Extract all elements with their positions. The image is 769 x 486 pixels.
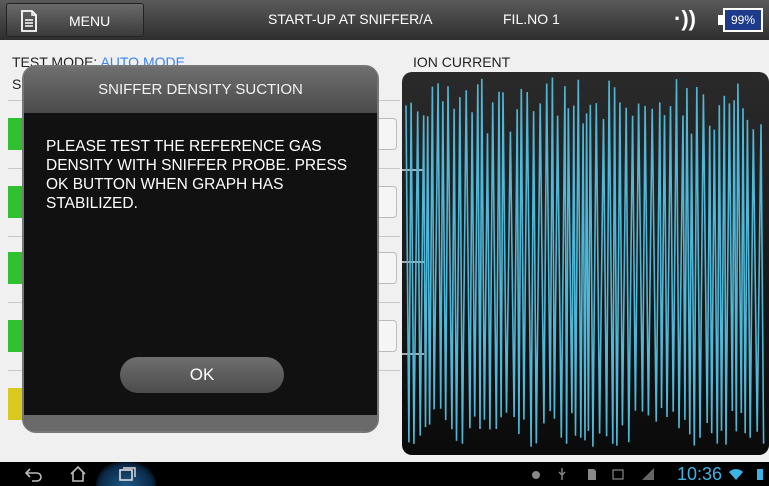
dialog-title: SNIFFER DENSITY SUCTION xyxy=(98,81,303,98)
usb-icon xyxy=(558,468,566,480)
sniffer-density-dialog: SNIFFER DENSITY SUCTION PLEASE TEST THE … xyxy=(22,65,379,433)
back-icon[interactable] xyxy=(24,465,44,483)
ion-current-label: ION CURRENT xyxy=(413,54,511,70)
ion-current-plot xyxy=(402,77,765,447)
dialog-message: PLEASE TEST THE REFERENCE GAS DENSITY WI… xyxy=(46,138,348,212)
value-box xyxy=(378,186,397,218)
dialog-footer xyxy=(24,415,377,431)
battery-percent: 99% xyxy=(730,13,756,27)
menu-label: MENU xyxy=(69,13,111,29)
clock: 10:36 xyxy=(677,464,723,484)
filament-number: FIL.NO 1 xyxy=(503,11,560,27)
value-box xyxy=(378,118,397,150)
ion-current-graph xyxy=(402,72,769,455)
image-icon xyxy=(612,469,624,480)
value-box xyxy=(378,252,397,284)
status-label: S xyxy=(12,76,22,92)
home-icon[interactable] xyxy=(68,465,88,483)
battery-status-icon xyxy=(757,469,763,480)
battery-indicator: 99% xyxy=(715,8,763,32)
debug-icon xyxy=(532,471,540,479)
main-content: TEST MODE: AUTO MODE S ION CURRENT SNIFF… xyxy=(0,40,769,462)
signal-strength-icon xyxy=(642,468,654,480)
screen-title: START-UP AT SNIFFER/A xyxy=(268,11,433,27)
recent-apps-icon[interactable] xyxy=(117,465,137,483)
top-bar: MENU START-UP AT SNIFFER/A FIL.NO 1 ·)) … xyxy=(0,0,769,40)
signal-icon: ·)) xyxy=(674,6,696,31)
wifi-icon xyxy=(729,469,743,480)
dialog-header: SNIFFER DENSITY SUCTION xyxy=(24,67,377,113)
ok-button[interactable]: OK xyxy=(120,357,284,393)
ion-current-trace xyxy=(405,77,765,447)
document-icon xyxy=(21,10,37,32)
value-box xyxy=(378,320,397,352)
system-nav-bar: 10:36 xyxy=(0,462,769,486)
sd-card-icon xyxy=(588,469,596,480)
menu-button[interactable]: MENU xyxy=(6,3,144,37)
